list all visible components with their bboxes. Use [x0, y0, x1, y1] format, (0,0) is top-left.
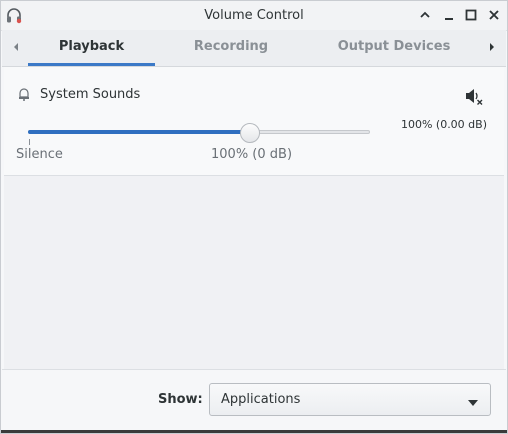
tab-bar: Playback Recording Output Devices [2, 30, 506, 67]
shade-up-icon[interactable] [417, 7, 433, 23]
show-dropdown-value: Applications [221, 392, 301, 407]
close-icon[interactable] [486, 7, 502, 23]
volume-slider[interactable] [28, 123, 370, 143]
volume-control-window: Volume Control Playback Recording Output… [0, 0, 508, 434]
silence-mark-label: Silence [16, 147, 63, 162]
stream-row-system-sounds: System Sounds 100% (0.00 dB) Silence 100… [4, 67, 504, 176]
slider-fill [28, 130, 250, 134]
chevron-left-icon[interactable] [10, 41, 22, 53]
bell-icon [18, 87, 30, 101]
maximize-icon[interactable] [463, 7, 479, 23]
show-dropdown[interactable]: Applications [209, 383, 491, 416]
dropdown-arrow-icon [468, 396, 478, 406]
tab-playback[interactable]: Playback [28, 30, 155, 66]
tab-recording[interactable]: Recording [174, 30, 288, 66]
show-label: Show: [158, 392, 203, 407]
minimize-icon[interactable] [441, 7, 457, 23]
speaker-muted-icon[interactable] [464, 86, 484, 106]
stream-name: System Sounds [40, 87, 141, 102]
stream-list: System Sounds 100% (0.00 dB) Silence 100… [4, 67, 504, 369]
title-bar[interactable]: Volume Control [1, 1, 507, 31]
tab-output-devices[interactable]: Output Devices [320, 30, 468, 66]
chevron-right-icon[interactable] [486, 41, 498, 53]
silence-tick [29, 139, 30, 145]
footer: Show: Applications [2, 369, 506, 432]
volume-readout: 100% (0.00 dB) [400, 118, 487, 131]
slider-handle[interactable] [240, 123, 260, 143]
window-bottom-edge [1, 430, 507, 433]
hundred-percent-mark-label: 100% (0 dB) [211, 147, 293, 162]
